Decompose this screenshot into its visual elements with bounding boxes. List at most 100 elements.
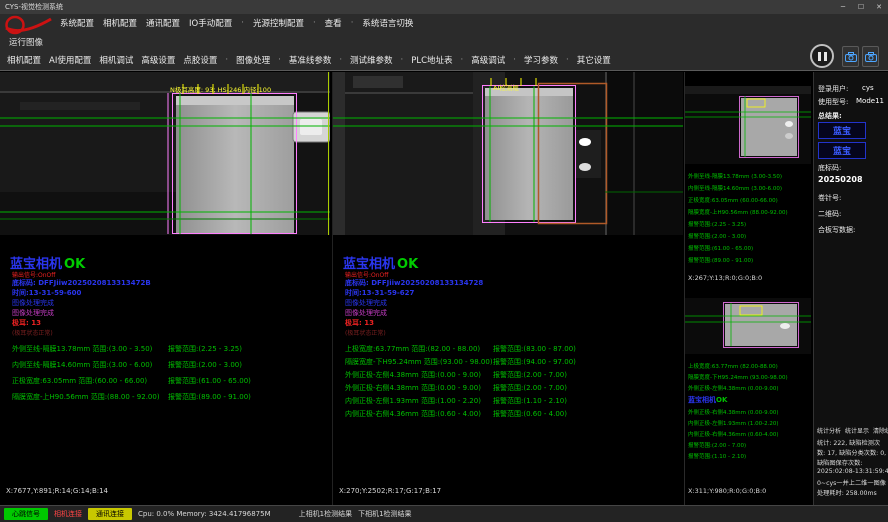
tab-note: (极耳状态正常) — [345, 328, 386, 337]
alarm-range-text: 报警范围:(61.00 - 65.00) — [168, 376, 251, 386]
thumbnail-image-bottom — [685, 298, 811, 354]
board-write-label: 合板写数据: — [818, 225, 855, 235]
process-status: 图像处理完成 — [12, 298, 54, 308]
stats-line: 统计: 222, 缺陷检测次 — [817, 438, 880, 447]
toolbar-advanced-settings[interactable]: 高级设置 — [141, 54, 175, 66]
alarm-range-text: 报警范围:(89.00 - 91.00) — [168, 392, 251, 402]
toolbar-separator: · — [278, 55, 281, 65]
toolbar-separator: · — [339, 55, 342, 65]
menu-bar: 系统配置 相机配置 通讯配置 IO手动配置 · 光源控制配置 · 查看 · 系统… — [60, 17, 413, 29]
login-user-label: 登录用户: — [818, 84, 848, 94]
toolbar-glue-settings[interactable]: 点胶设置 — [183, 54, 217, 66]
toolbar-ai-config[interactable]: AI使用配置 — [49, 54, 91, 66]
toolbar-advanced-debug[interactable]: 高级调试 — [471, 54, 505, 66]
toolbar-other-settings[interactable]: 其它设置 — [577, 54, 611, 66]
menu-item-light-control[interactable]: 光源控制配置 — [253, 17, 304, 29]
camera-view-left[interactable]: N极耳高度: 93; HS-246 内径:100 蓝宝相机OK 输出信号:OnO… — [0, 72, 331, 505]
camera-capture-button[interactable] — [842, 46, 859, 67]
thumb-result-title: 蓝宝相机OK — [688, 395, 727, 405]
thumb-result-line: 报警范围:(1.10 - 2.10) — [688, 452, 746, 460]
roll-pin-label: 卷针号: — [818, 193, 841, 203]
stats-line: 数: 17, 缺陷分类次数: 0, — [817, 448, 886, 457]
thumb-result-line: 内侧正极-左侧1.93mm (1.00-2.20) — [688, 419, 778, 427]
thumbnail-view-top[interactable]: 外侧至线-隔膜13.78mm (3.00-3.50) 内侧至线-隔膜14.60m… — [685, 72, 812, 286]
measurement-text: 正极宽度:63.05mm 范围:(60.00 - 66.00) — [12, 376, 147, 386]
comm-connection-badge: 通讯连接 — [88, 508, 132, 520]
menu-item-io-manual[interactable]: IO手动配置 — [189, 17, 232, 29]
alarm-range-text: 报警范围:(0.60 - 4.00) — [493, 409, 567, 419]
pause-icon — [824, 52, 827, 61]
barcode-value: 20250208 — [818, 175, 863, 184]
stats-analysis-button[interactable]: 统计分析 — [817, 426, 841, 435]
result-box-lower: 蓝宝 — [818, 142, 866, 159]
measurement-text: 内侧正极-左侧1.93mm 范围:(1.00 - 2.20) — [345, 396, 481, 406]
thumb-result-line: 报警范围:(2.00 - 3.00) — [688, 232, 746, 240]
tab-note: (极耳状态正常) — [12, 328, 53, 337]
toolbar-camera-debug[interactable]: 相机调试 — [99, 54, 133, 66]
tab-count: 极耳: 13 — [345, 318, 374, 328]
close-button[interactable]: ✕ — [870, 3, 888, 11]
menu-item-camera-config[interactable]: 相机配置 — [103, 17, 137, 29]
stats-clear-button[interactable]: 清除统计 — [873, 426, 888, 435]
thumbnail-view-bottom[interactable]: 上极宽度:63.77mm (82.00-88.00) 隔膜宽度-下H95.24m… — [685, 286, 812, 505]
menu-separator: · — [351, 18, 354, 28]
maximize-button[interactable]: ☐ — [852, 3, 870, 11]
header: 系统配置 相机配置 通讯配置 IO手动配置 · 光源控制配置 · 查看 · 系统… — [0, 14, 888, 71]
measurement-text: 隔膜宽度-下H95.24mm 范围:(93.00 - 98.00) — [345, 357, 493, 367]
menu-item-system-config[interactable]: 系统配置 — [60, 17, 94, 29]
tab-run-image[interactable]: 运行图像 — [9, 36, 43, 48]
toolbar-camera-config[interactable]: 相机配置 — [7, 54, 41, 66]
measurement-text: 隔膜宽度-上H90.56mm 范围:(88.00 - 92.00) — [12, 392, 160, 402]
lower-camera-result-label[interactable]: 下相机1检测结果 — [358, 509, 411, 519]
qr-code-label: 二维码: — [818, 209, 841, 219]
measurement-text: 上极宽度:63.77mm 范围:(82.00 - 88.00) — [345, 344, 480, 354]
upper-camera-result-label[interactable]: 上相机1检测结果 — [299, 509, 352, 519]
menu-separator: · — [313, 18, 316, 28]
camera-save-button[interactable] — [862, 46, 879, 67]
toolbar-separator: · — [513, 55, 516, 65]
pixel-coords-left: X:7677,Y:891;R:14;G:14;B:14 — [6, 487, 108, 495]
toolbar: 相机配置 AI使用配置 相机调试 高级设置 点胶设置 · 图像处理 · 基准线参… — [7, 54, 611, 66]
total-result-label: 总结果: — [818, 111, 842, 121]
cpu-memory-status: Cpu: 0.0% Memory: 3424.41796875M — [138, 510, 271, 518]
minimize-button[interactable]: ─ — [834, 3, 852, 11]
thumb-result-line: 报警范围:(89.00 - 91.00) — [688, 256, 753, 264]
info-panel: 登录用户: cys 使用型号: Mode11 总结果: 蓝宝 蓝宝 底标码: 2… — [813, 72, 888, 505]
pause-button[interactable] — [810, 44, 834, 68]
thumbnail-image-top — [685, 86, 811, 164]
result-box-upper: 蓝宝 — [818, 122, 866, 139]
window-controls: ─ ☐ ✕ — [834, 3, 888, 11]
thumb-result-line: 报警范围:(61.00 - 65.00) — [688, 244, 753, 252]
thumb-result-line: 内侧正极-右侧4.36mm (0.60-4.00) — [688, 430, 778, 438]
pixel-coords-thumb-top: X:267;Y:13;R:0;G:0;B:0 — [688, 274, 762, 282]
camera-name: 蓝宝相机 — [688, 396, 716, 404]
toolbar-plc-address[interactable]: PLC地址表 — [411, 54, 452, 66]
thumb-result-line: 内侧至线-隔膜14.60mm (3.00-6.00) — [688, 184, 782, 192]
toolbar-baseline-params[interactable]: 基准线参数 — [289, 54, 332, 66]
stats-display-button[interactable]: 统计显示 — [845, 426, 869, 435]
thumbnail-column: 外侧至线-隔膜13.78mm (3.00-3.50) 内侧至线-隔膜14.60m… — [684, 72, 813, 505]
toolbar-image-processing[interactable]: 图像处理 — [236, 54, 270, 66]
pause-icon — [818, 52, 821, 61]
measurement-text: 内侧正极-右侧4.36mm 范围:(0.60 - 4.00) — [345, 409, 481, 419]
alarm-range-text: 报警范围:(83.00 - 87.00) — [493, 344, 576, 354]
camera-view-middle[interactable]: AI检测框 蓝宝相机OK 输出信号:OnOff 底标码: DFFJiiw2025… — [332, 72, 683, 505]
camera-icon — [845, 52, 857, 62]
menu-item-language-switch[interactable]: 系统语言切换 — [362, 17, 413, 29]
status-bar: 心跳信号 相机连接 通讯连接 Cpu: 0.0% Memory: 3424.41… — [0, 505, 888, 522]
process-status: 图像处理完成 — [345, 308, 387, 318]
barcode-text: 底标码: DFFJiiw20250208133134728 — [345, 278, 483, 288]
barcode-label: 底标码: — [818, 163, 841, 173]
alarm-range-text: 报警范围:(2.25 - 3.25) — [168, 344, 242, 354]
measurement-text: 外侧正极-右侧4.38mm 范围:(0.00 - 9.00) — [345, 383, 481, 393]
menu-item-view[interactable]: 查看 — [325, 17, 342, 29]
thumb-result-line: 报警范围:(2.25 - 3.25) — [688, 220, 746, 228]
thumb-result-line: 报警范围:(2.00 - 7.00) — [688, 441, 746, 449]
toolbar-test-params[interactable]: 测试维参数 — [350, 54, 393, 66]
measurement-text: 外侧正极-左侧4.38mm 范围:(0.00 - 9.00) — [345, 370, 481, 380]
model-label: 使用型号: — [818, 97, 848, 107]
camera-image-middle — [333, 72, 683, 235]
menu-item-comm-config[interactable]: 通讯配置 — [146, 17, 180, 29]
result-ok: OK — [716, 396, 727, 404]
toolbar-learning-params[interactable]: 学习参数 — [524, 54, 558, 66]
